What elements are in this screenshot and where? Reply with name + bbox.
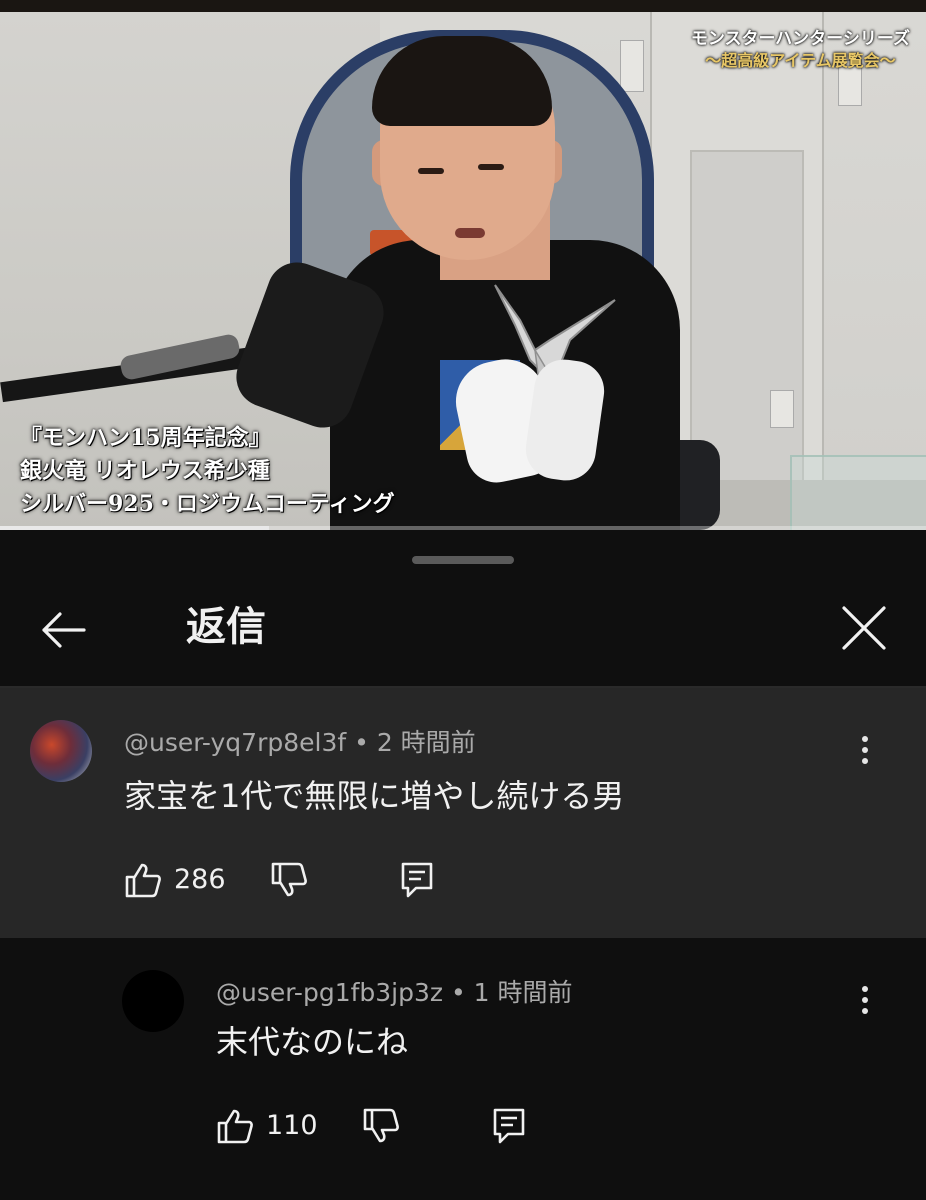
- person-eye: [418, 168, 444, 174]
- reply-button[interactable]: [492, 1107, 526, 1145]
- comment-actions: 286: [124, 858, 434, 902]
- thumbs-down-icon: [271, 862, 307, 897]
- person-eye: [478, 164, 504, 170]
- overlay-series-subtitle: 〜超高級アイテム展覧会〜: [705, 51, 896, 70]
- person-mouth: [455, 228, 485, 238]
- comment-author[interactable]: @user-yq7rp8el3f: [124, 728, 346, 757]
- caption-line: 銀火竜 リオレウス希少種: [20, 458, 270, 484]
- video-caption-overlay: 『モンハン15周年記念』 銀火竜 リオレウス希少種 シルバー925・ロジウムコー…: [20, 422, 395, 521]
- wall-latch: [770, 390, 794, 428]
- comment-time: 1 時間前: [473, 978, 573, 1007]
- status-strip: [0, 0, 926, 12]
- glass-display-case: [790, 455, 926, 530]
- comment-time: 2 時間前: [376, 728, 476, 757]
- comment-text: 末代なのにね: [216, 1023, 409, 1061]
- replies-sheet: 返信 @user-yq7rp8el3f • 2 時間前 家宝を1代で無限に増やし…: [0, 530, 926, 1200]
- video-player[interactable]: モンスターハンターシリーズ 〜超高級アイテム展覧会〜 『モンハン15周年記念』 …: [0, 0, 926, 530]
- drag-handle[interactable]: [412, 556, 514, 564]
- wall-latch: [620, 40, 644, 92]
- like-button[interactable]: 286: [124, 858, 226, 902]
- dislike-button[interactable]: [270, 862, 308, 898]
- like-count: 286: [174, 864, 226, 895]
- sheet-header: 返信: [0, 580, 926, 686]
- back-button[interactable]: [34, 602, 90, 658]
- more-options-icon[interactable]: [850, 980, 880, 1020]
- avatar[interactable]: [122, 970, 184, 1032]
- thumbs-up-icon: [217, 1109, 253, 1144]
- meta-separator: •: [346, 728, 377, 757]
- more-options-icon[interactable]: [850, 730, 880, 770]
- reply-button[interactable]: [400, 861, 434, 899]
- caption-line: シルバー925・ロジウムコーティング: [20, 491, 395, 517]
- close-icon: [842, 606, 886, 650]
- comment-text: 家宝を1代で無限に増やし続ける男: [124, 777, 625, 815]
- video-title-overlay: モンスターハンターシリーズ 〜超高級アイテム展覧会〜: [691, 28, 910, 72]
- comment-reply-icon: [401, 862, 432, 898]
- comment-actions: 110: [216, 1104, 526, 1148]
- comment-meta: @user-pg1fb3jp3z • 1 時間前: [216, 978, 573, 1008]
- comment-author[interactable]: @user-pg1fb3jp3z: [216, 978, 443, 1007]
- comment-reply-icon: [493, 1108, 524, 1144]
- dislike-button[interactable]: [362, 1108, 400, 1144]
- overlay-series-title: モンスターハンターシリーズ: [690, 29, 910, 49]
- like-count: 110: [266, 1110, 318, 1141]
- thumbs-down-icon: [363, 1108, 399, 1143]
- meta-separator: •: [443, 978, 474, 1007]
- close-button[interactable]: [836, 600, 892, 656]
- caption-line: 『モンハン15周年記念』: [20, 425, 271, 451]
- avatar[interactable]: [30, 720, 92, 782]
- sheet-title: 返信: [186, 604, 266, 650]
- back-arrow-icon: [42, 612, 86, 648]
- reply-comment: @user-pg1fb3jp3z • 1 時間前 末代なのにね 110: [0, 938, 926, 1200]
- comment-meta: @user-yq7rp8el3f • 2 時間前: [124, 728, 476, 758]
- like-button[interactable]: 110: [216, 1104, 318, 1148]
- thumbs-up-icon: [125, 863, 161, 898]
- parent-comment: @user-yq7rp8el3f • 2 時間前 家宝を1代で無限に増やし続ける…: [0, 688, 926, 938]
